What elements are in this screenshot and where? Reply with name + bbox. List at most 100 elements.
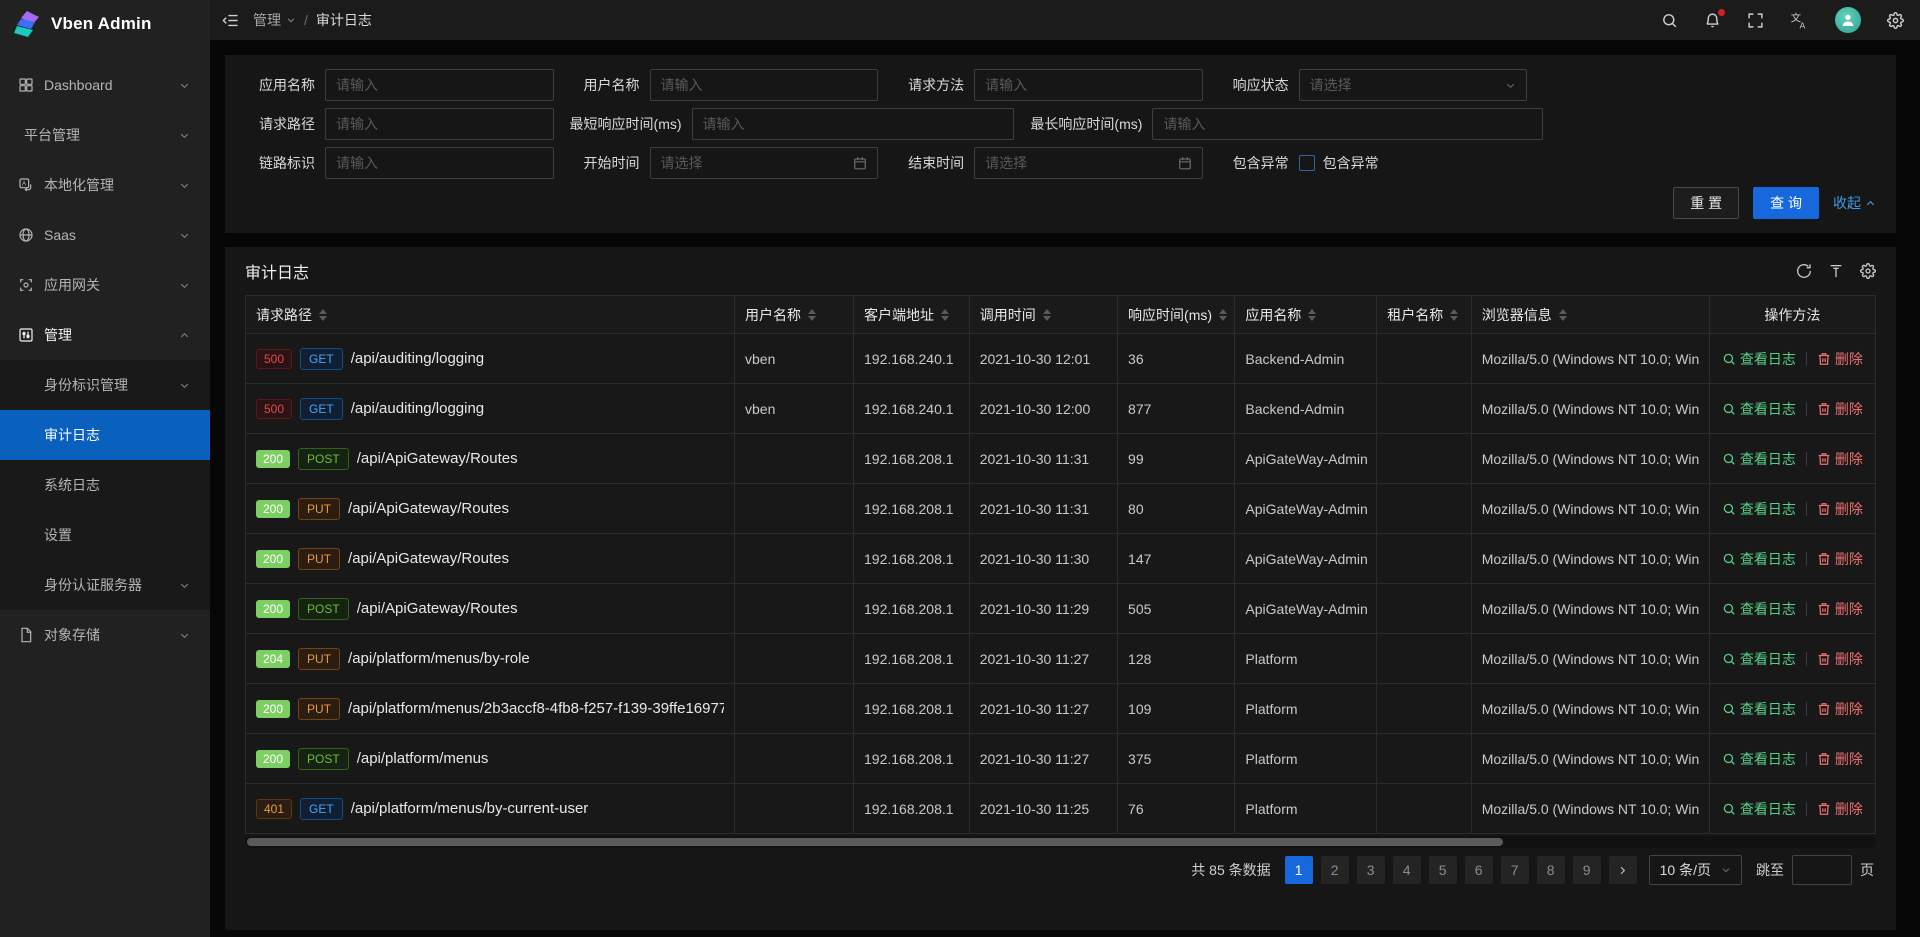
sort-carets-icon[interactable] — [808, 309, 816, 321]
sidebar-item-管理[interactable]: 管理 — [0, 310, 210, 360]
date-picker-field[interactable]: 请选择 — [974, 147, 1203, 179]
gear-icon[interactable] — [1887, 12, 1904, 29]
view-log-button[interactable]: 查看日志 — [1722, 749, 1796, 769]
delete-button[interactable]: 删除 — [1817, 349, 1863, 369]
sort-carets-icon[interactable] — [319, 309, 327, 321]
column-header-客户端地址[interactable]: 客户端地址 — [854, 296, 970, 334]
sidebar-item-Dashboard[interactable]: Dashboard — [0, 60, 210, 110]
view-log-button[interactable]: 查看日志 — [1722, 549, 1796, 569]
text-input[interactable] — [336, 109, 543, 139]
bell-icon[interactable] — [1704, 12, 1721, 29]
view-log-button[interactable]: 查看日志 — [1722, 649, 1796, 669]
page-button-5[interactable]: 5 — [1429, 856, 1457, 884]
next-page-button[interactable] — [1609, 856, 1637, 884]
sort-carets-icon[interactable] — [1043, 309, 1051, 321]
text-input-field[interactable] — [325, 108, 554, 140]
column-header-租户名称[interactable]: 租户名称 — [1377, 296, 1472, 334]
column-header-浏览器信息[interactable]: 浏览器信息 — [1471, 296, 1709, 334]
checkbox-box[interactable] — [1299, 155, 1315, 171]
text-input[interactable] — [1163, 109, 1532, 139]
sidebar-item-对象存储[interactable]: 对象存储 — [0, 610, 210, 660]
sidebar-item-平台管理[interactable]: 平台管理 — [0, 110, 210, 160]
view-log-button[interactable]: 查看日志 — [1722, 699, 1796, 719]
delete-button[interactable]: 删除 — [1817, 599, 1863, 619]
delete-button[interactable]: 删除 — [1817, 649, 1863, 669]
column-header-应用名称[interactable]: 应用名称 — [1235, 296, 1377, 334]
page-button-1[interactable]: 1 — [1285, 856, 1313, 884]
column-header-响应时间(ms)[interactable]: 响应时间(ms) — [1118, 296, 1235, 334]
sort-carets-icon[interactable] — [1308, 309, 1316, 321]
delete-button[interactable]: 删除 — [1817, 799, 1863, 819]
text-input-field[interactable] — [325, 147, 554, 179]
sort-carets-icon[interactable] — [941, 309, 949, 321]
refresh-icon[interactable] — [1796, 263, 1812, 279]
page-size-select[interactable]: 10 条/页 — [1649, 855, 1742, 885]
view-log-button[interactable]: 查看日志 — [1722, 599, 1796, 619]
delete-button[interactable]: 删除 — [1817, 499, 1863, 519]
view-log-button[interactable]: 查看日志 — [1722, 499, 1796, 519]
column-header-用户名称[interactable]: 用户名称 — [735, 296, 854, 334]
sidebar-item-身份认证服务器[interactable]: 身份认证服务器 — [0, 560, 210, 610]
table-row: 200PUT/api/ApiGateway/Routes192.168.208.… — [246, 484, 1876, 534]
column-header-请求路径[interactable]: 请求路径 — [246, 296, 735, 334]
page-button-9[interactable]: 9 — [1573, 856, 1601, 884]
page-button-6[interactable]: 6 — [1465, 856, 1493, 884]
text-input-field[interactable] — [325, 69, 554, 101]
sidebar-item-系统日志[interactable]: 系统日志 — [0, 460, 210, 510]
page-button-4[interactable]: 4 — [1393, 856, 1421, 884]
collapse-link[interactable]: 收起 — [1833, 193, 1876, 213]
text-input-field[interactable] — [974, 69, 1203, 101]
sidebar-item-应用网关[interactable]: 应用网关 — [0, 260, 210, 310]
column-settings-icon[interactable] — [1860, 263, 1876, 279]
column-header-调用时间[interactable]: 调用时间 — [969, 296, 1117, 334]
text-input-field[interactable] — [1152, 108, 1543, 140]
search-icon[interactable] — [1661, 12, 1678, 29]
sidebar-item-身份标识管理[interactable]: 身份标识管理 — [0, 360, 210, 410]
sidebar-item-设置[interactable]: 设置 — [0, 510, 210, 560]
delete-button[interactable]: 删除 — [1817, 549, 1863, 569]
jump-to-input[interactable] — [1792, 855, 1852, 885]
text-input[interactable] — [703, 109, 1004, 139]
sidebar-item-Saas[interactable]: Saas — [0, 210, 210, 260]
text-input[interactable] — [661, 70, 868, 100]
date-picker-field[interactable]: 请选择 — [650, 147, 879, 179]
method-badge: PUT — [298, 648, 340, 670]
row-height-icon[interactable] — [1828, 263, 1844, 279]
reset-button[interactable]: 重 置 — [1673, 187, 1739, 219]
scrollbar-thumb[interactable] — [247, 838, 1503, 846]
menu-fold-icon[interactable] — [222, 12, 239, 29]
page-button-2[interactable]: 2 — [1321, 856, 1349, 884]
delete-button[interactable]: 删除 — [1817, 749, 1863, 769]
sort-carets-icon[interactable] — [1559, 309, 1567, 321]
delete-button[interactable]: 删除 — [1817, 699, 1863, 719]
request-path: /api/platform/menus/by-current-user — [351, 800, 589, 817]
page-suffix-label: 页 — [1860, 860, 1874, 880]
text-input[interactable] — [985, 70, 1192, 100]
sidebar-item-审计日志[interactable]: 审计日志 — [0, 410, 210, 460]
delete-button[interactable]: 删除 — [1817, 449, 1863, 469]
fullscreen-icon[interactable] — [1747, 12, 1764, 29]
breadcrumb-item-manage[interactable]: 管理 — [253, 10, 296, 30]
page-button-7[interactable]: 7 — [1501, 856, 1529, 884]
text-input-field[interactable] — [692, 108, 1015, 140]
translate-icon[interactable]: 文A — [1790, 11, 1809, 30]
page-button-8[interactable]: 8 — [1537, 856, 1565, 884]
page-button-3[interactable]: 3 — [1357, 856, 1385, 884]
text-input[interactable] — [336, 148, 543, 178]
horizontal-scrollbar[interactable] — [245, 836, 1876, 848]
delete-button[interactable]: 删除 — [1817, 399, 1863, 419]
sort-carets-icon[interactable] — [1219, 309, 1227, 321]
search-button[interactable]: 查 询 — [1753, 187, 1819, 219]
sort-carets-icon[interactable] — [1450, 309, 1458, 321]
view-log-button[interactable]: 查看日志 — [1722, 449, 1796, 469]
view-log-button[interactable]: 查看日志 — [1722, 349, 1796, 369]
app-logo[interactable]: Vben Admin — [0, 0, 210, 48]
avatar[interactable] — [1835, 7, 1861, 33]
select-field[interactable]: 请选择 — [1299, 69, 1528, 101]
text-input[interactable] — [336, 70, 543, 100]
text-input-field[interactable] — [650, 69, 879, 101]
view-log-button[interactable]: 查看日志 — [1722, 399, 1796, 419]
include-exception-checkbox[interactable]: 包含异常 — [1299, 153, 1379, 173]
sidebar-item-本地化管理[interactable]: A本地化管理 — [0, 160, 210, 210]
view-log-button[interactable]: 查看日志 — [1722, 799, 1796, 819]
